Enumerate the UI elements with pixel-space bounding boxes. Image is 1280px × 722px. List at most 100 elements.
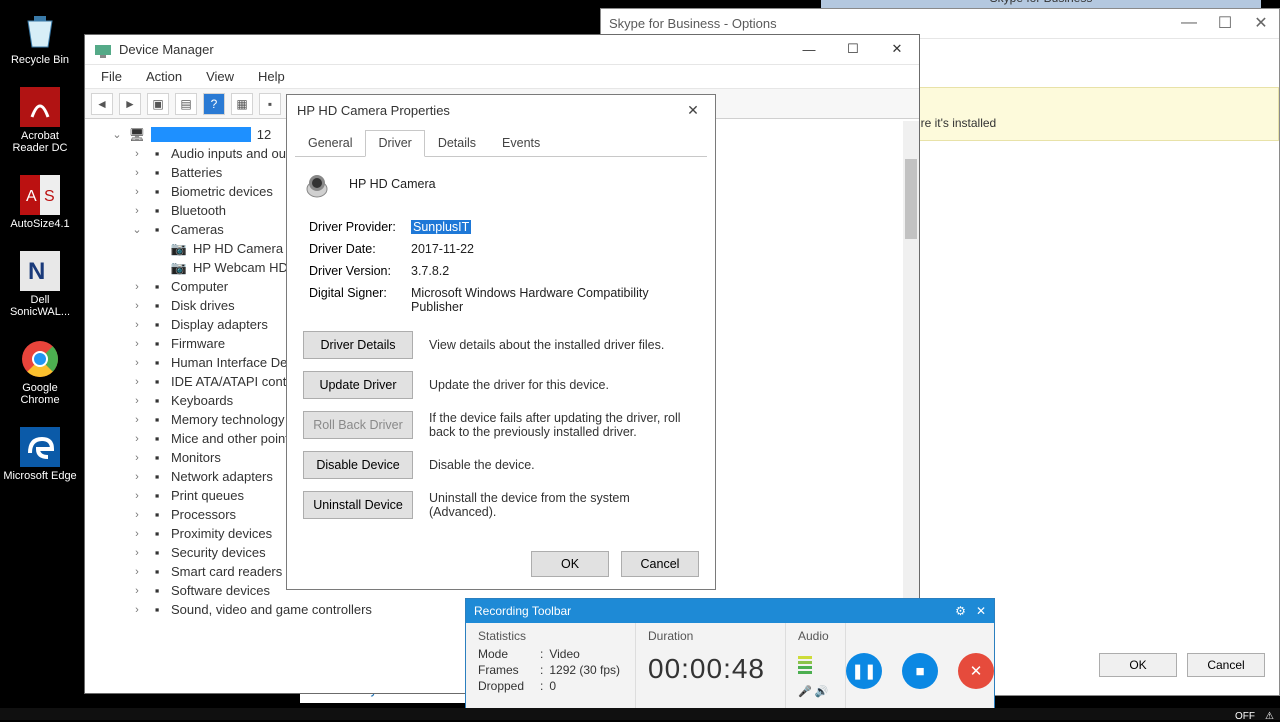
audio-header: Audio [798,629,833,643]
toolbar-button[interactable]: ▤ [175,93,197,115]
desktop-icon-autosize[interactable]: AS AutoSize4.1 [0,170,80,234]
signer-value: Microsoft Windows Hardware Compatibility… [407,283,697,317]
properties-titlebar[interactable]: HP HD Camera Properties [287,95,715,125]
cancel-button[interactable]: Cancel [621,551,699,577]
maximize-button[interactable]: ☐ [1207,9,1243,37]
driver-details-button[interactable]: Driver Details [303,331,413,359]
recording-controls: ❚❚ ■ ✕ [846,623,994,719]
maximize-icon[interactable]: ☐ [1213,0,1233,2]
device-manager-menubar: File Action View Help [85,65,919,89]
stats-header: Statistics [478,629,623,643]
desktop-icon-label: Dell SonicWAL... [2,294,78,318]
scrollbar-thumb[interactable] [905,159,917,239]
close-button[interactable]: ✕ [875,35,919,63]
skype-header-strip: Skype for Business — ☐ ✕ [821,0,1261,8]
skype-title: Skype for Business [990,0,1093,5]
frames-label: Frames [478,663,534,677]
menu-file[interactable]: File [97,67,126,86]
close-button[interactable]: ✕ [677,99,709,121]
menu-action[interactable]: Action [142,67,186,86]
edge-icon [19,426,61,468]
dropped-label: Dropped [478,679,534,693]
forward-button[interactable]: ► [119,93,141,115]
recycle-bin-icon [19,10,61,52]
sonicwall-icon: N [19,250,61,292]
disable-device-button[interactable]: Disable Device [303,451,413,479]
version-label: Driver Version: [305,261,405,281]
close-button[interactable]: ✕ [1243,9,1279,37]
autosize-icon: AS [19,174,61,216]
desktop-icon-label: Recycle Bin [11,54,69,66]
desktop-icon-label: Microsoft Edge [3,470,76,482]
back-button[interactable]: ◄ [91,93,113,115]
tray-off: OFF [1235,711,1255,722]
minimize-button[interactable]: — [787,35,831,63]
recording-audio: Audio 🎤 🔊 [786,623,846,719]
desktop-icon-edge[interactable]: Microsoft Edge [0,422,80,486]
maximize-button[interactable]: ☐ [831,35,875,63]
desktop-icon-label: Acrobat Reader DC [2,130,78,154]
duration-value: 00:00:48 [648,653,773,685]
device-manager-icon [95,42,111,58]
skype-options-title: Skype for Business - Options [609,16,777,31]
minimize-button[interactable]: — [1171,9,1207,37]
update-driver-button[interactable]: Update Driver [303,371,413,399]
desktop-icon-chrome[interactable]: Google Chrome [0,334,80,410]
uninstall-device-button[interactable]: Uninstall Device [303,491,413,519]
gear-icon[interactable]: ⚙ [955,604,966,618]
toolbar-button[interactable]: ▦ [231,93,253,115]
system-tray[interactable]: OFF ⚠ [1235,711,1274,722]
update-driver-desc: Update the driver for this device. [429,378,699,392]
rollback-driver-desc: If the device fails after updating the d… [429,411,699,439]
recording-titlebar[interactable]: Recording Toolbar ⚙ ✕ [466,599,994,623]
help-button[interactable]: ? [203,93,225,115]
duration-header: Duration [648,629,773,643]
desktop-icon-recycle-bin[interactable]: Recycle Bin [0,6,80,70]
frames-value: 1292 (30 fps) [549,663,620,677]
tab-general[interactable]: General [295,130,365,157]
svg-text:A: A [26,188,37,205]
tab-details[interactable]: Details [425,130,489,157]
close-icon[interactable]: ✕ [1239,0,1259,2]
desktop-icon-acrobat[interactable]: Acrobat Reader DC [0,82,80,158]
stop-button[interactable]: ■ [902,653,938,689]
camera-icon [303,167,337,201]
desktop-icon-label: Google Chrome [2,382,78,406]
provider-value[interactable]: SunplusIT [411,220,471,234]
desktop-icon-sonicwall[interactable]: N Dell SonicWAL... [0,246,80,322]
rollback-driver-button: Roll Back Driver [303,411,413,439]
minimize-icon[interactable]: — [1187,0,1207,2]
svg-text:N: N [28,258,45,285]
chrome-icon [19,338,61,380]
pause-button[interactable]: ❚❚ [846,653,882,689]
ok-button[interactable]: OK [531,551,609,577]
device-manager-title: Device Manager [119,42,214,57]
mode-label: Mode [478,647,534,661]
taskbar[interactable]: OFF ⚠ [0,708,1280,720]
signer-label: Digital Signer: [305,283,405,317]
uninstall-device-desc: Uninstall the device from the system (Ad… [429,491,699,519]
warning-icon[interactable]: ⚠ [1265,711,1274,722]
properties-title: HP HD Camera Properties [297,103,450,118]
menu-help[interactable]: Help [254,67,289,86]
mic-icon[interactable]: 🎤 🔊 [798,685,833,698]
driver-info-table: Driver Provider: SunplusIT Driver Date: … [303,215,699,319]
cancel-button[interactable]: Cancel [1187,653,1265,677]
audio-level-icon [798,651,833,681]
recording-toolbar: Recording Toolbar ⚙ ✕ Statistics Mode:Vi… [465,598,995,720]
tab-driver[interactable]: Driver [365,130,424,157]
svg-text:S: S [44,188,55,205]
menu-view[interactable]: View [202,67,238,86]
toolbar-button[interactable]: ▣ [147,93,169,115]
cancel-recording-button[interactable]: ✕ [958,653,994,689]
recording-title: Recording Toolbar [474,604,571,618]
date-value: 2017-11-22 [407,239,697,259]
date-label: Driver Date: [305,239,405,259]
acrobat-icon [19,86,61,128]
toolbar-button[interactable]: ▪ [259,93,281,115]
ok-button[interactable]: OK [1099,653,1177,677]
close-icon[interactable]: ✕ [976,604,986,618]
dropped-value: 0 [549,679,556,693]
recording-duration: Duration 00:00:48 [636,623,786,719]
tab-events[interactable]: Events [489,130,553,157]
